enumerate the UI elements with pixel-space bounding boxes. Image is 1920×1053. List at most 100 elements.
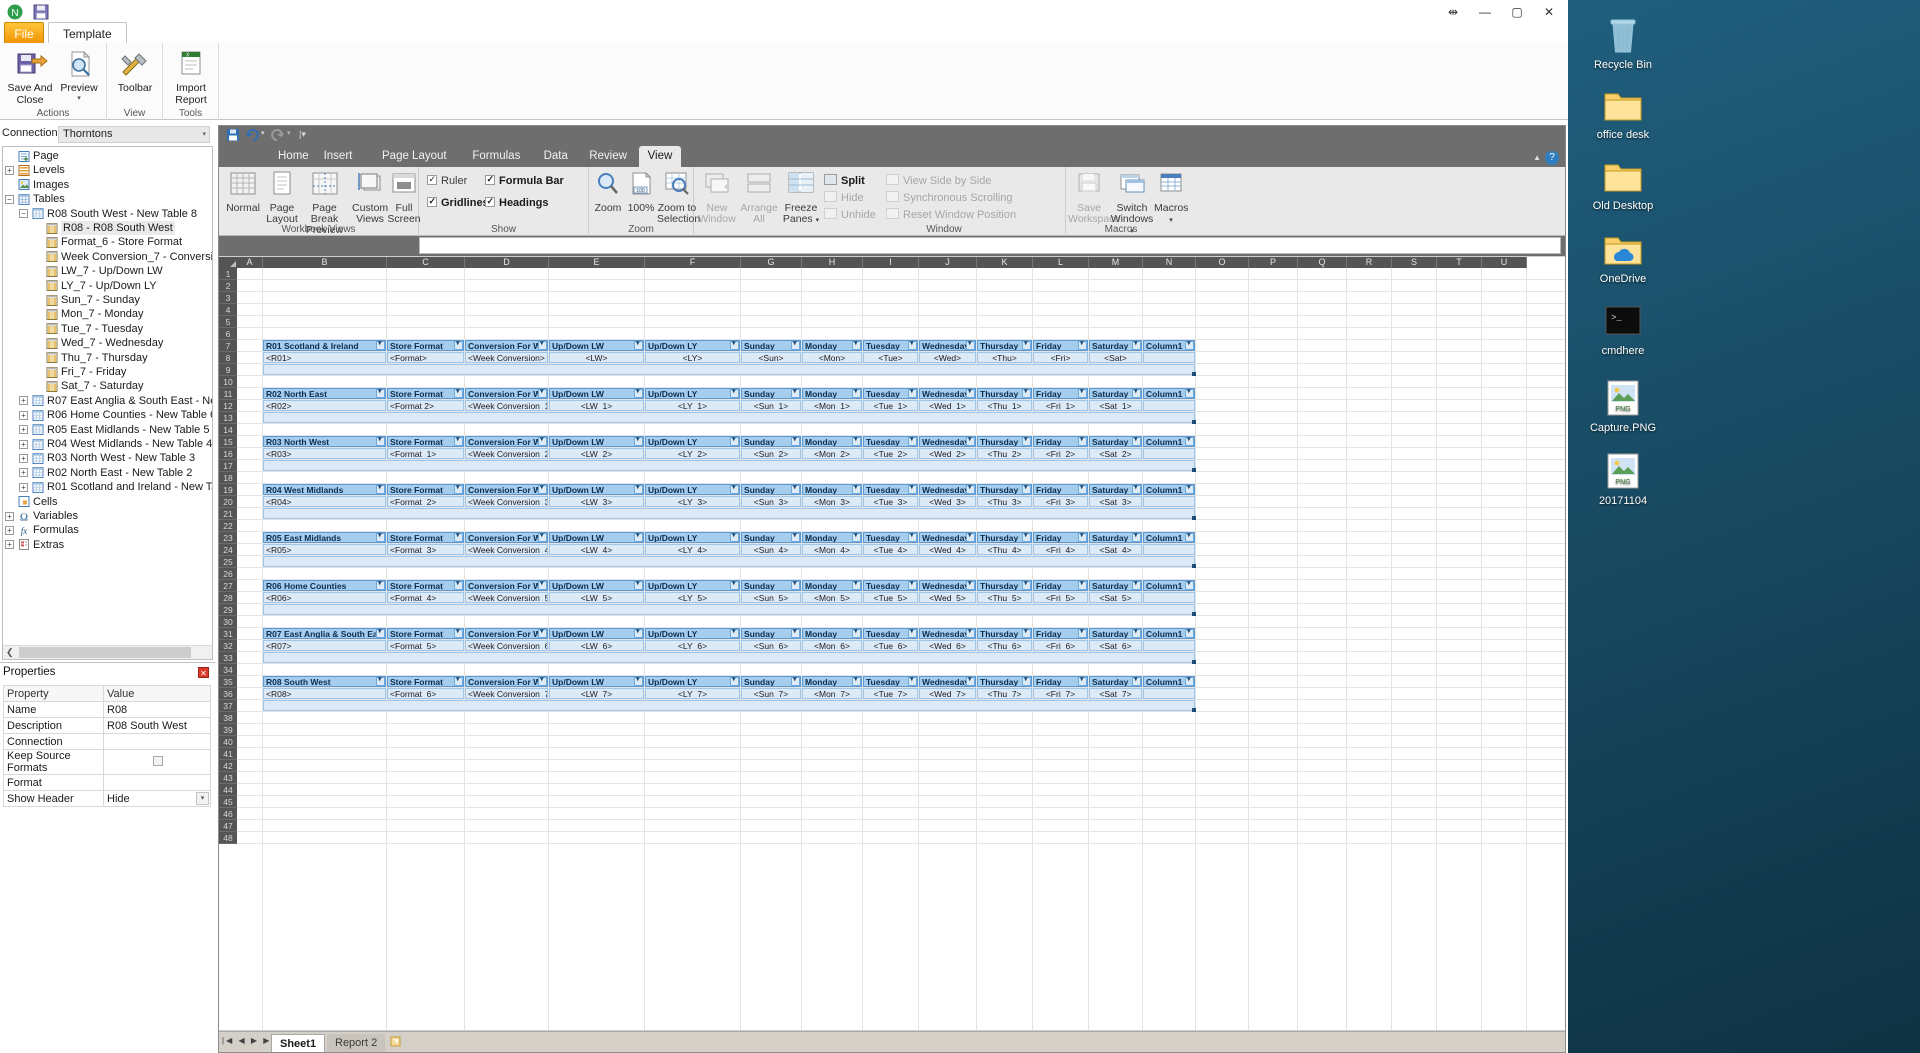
table-data-cell[interactable]: <LY_6> — [645, 640, 740, 651]
table-data-cell[interactable]: <Thu_4> — [977, 544, 1032, 555]
filter-dropdown-icon[interactable] — [1078, 341, 1087, 350]
filter-dropdown-icon[interactable] — [852, 389, 861, 398]
table-header-title[interactable]: R05 East Midlands — [263, 532, 386, 543]
tree-node[interactable]: Fri_7 - Friday — [3, 365, 212, 379]
excel-save-icon[interactable] — [227, 129, 239, 144]
excel-tab-insert[interactable]: Insert — [315, 146, 362, 167]
table-column-header[interactable]: Sunday — [741, 532, 801, 543]
desktop-icon[interactable]: PNG 20171104 — [1580, 450, 1666, 508]
table-data-cell[interactable]: <Thu_5> — [977, 592, 1032, 603]
table-column-header[interactable]: Up/Down LW — [549, 388, 644, 399]
table-column-header[interactable]: Monday — [802, 628, 862, 639]
table-data-cell[interactable]: <LY_3> — [645, 496, 740, 507]
filter-dropdown-icon[interactable] — [852, 629, 861, 638]
filter-dropdown-icon[interactable] — [538, 533, 547, 542]
table-column-header[interactable]: Tuesday — [863, 628, 918, 639]
table-band-row[interactable] — [263, 652, 1195, 663]
table-data-cell[interactable]: <Sun_3> — [741, 496, 801, 507]
table-column-header[interactable]: Up/Down LW — [549, 436, 644, 447]
filter-dropdown-icon[interactable] — [1185, 437, 1194, 446]
filter-dropdown-icon[interactable] — [634, 437, 643, 446]
tree-node[interactable]: Sat_7 - Saturday — [3, 379, 212, 393]
zoom-button[interactable]: Zoom — [591, 169, 625, 214]
row-header-24[interactable]: 24 — [219, 544, 237, 556]
minimize-button[interactable]: — — [1470, 1, 1500, 23]
table-column-header[interactable]: Monday — [802, 340, 862, 351]
table-data-cell[interactable]: <LW> — [549, 352, 644, 363]
table-data-cell[interactable]: <Format_6> — [387, 688, 464, 699]
nimbus-icon[interactable]: N — [6, 3, 24, 21]
tree-node[interactable]: Mon_7 - Monday — [3, 307, 212, 321]
table-column-header[interactable]: Thursday — [977, 532, 1032, 543]
new-window-button[interactable]: New Window — [696, 169, 738, 225]
table-data-cell[interactable]: <Fri_4> — [1033, 544, 1088, 555]
filter-dropdown-icon[interactable] — [1132, 341, 1141, 350]
table-column-header[interactable]: Friday — [1033, 340, 1088, 351]
collapse-ribbon-icon[interactable]: ▲ — [1533, 153, 1541, 162]
filter-dropdown-icon[interactable] — [966, 485, 975, 494]
gridlines-checkbox[interactable]: Gridlines — [427, 196, 489, 209]
table-column-header[interactable]: Up/Down LW — [549, 532, 644, 543]
row-header-6[interactable]: 6 — [219, 328, 237, 340]
desktop-icon[interactable]: PNG Capture.PNG — [1580, 377, 1666, 435]
property-value[interactable]: Hide ▾ — [103, 790, 211, 807]
scroll-left-icon[interactable]: ❮ — [6, 647, 14, 658]
filter-dropdown-icon[interactable] — [454, 341, 463, 350]
row-header-4[interactable]: 4 — [219, 304, 237, 316]
unhide-button[interactable]: Unhide — [824, 208, 876, 221]
table-data-cell[interactable]: <LW_3> — [549, 496, 644, 507]
table-data-cell[interactable]: <Format> — [387, 352, 464, 363]
chevron-down-icon[interactable]: ▾ — [49, 95, 109, 102]
expand-icon[interactable]: + — [19, 396, 28, 406]
table-data-cell[interactable]: <Fri_5> — [1033, 592, 1088, 603]
row-header-9[interactable]: 9 — [219, 364, 237, 376]
table-data-cell[interactable]: <Week Conversion_3> — [465, 496, 548, 507]
expand-icon[interactable]: + — [19, 410, 28, 420]
filter-dropdown-icon[interactable] — [791, 581, 800, 590]
row-header-5[interactable]: 5 — [219, 316, 237, 328]
table-column-header[interactable]: Store Format — [387, 628, 464, 639]
desktop-icon[interactable]: OneDrive — [1580, 228, 1666, 286]
table-data-cell[interactable]: <Format_2> — [387, 496, 464, 507]
table-header-title[interactable]: R04 West Midlands — [263, 484, 386, 495]
table-column-header[interactable]: Store Format — [387, 388, 464, 399]
filter-dropdown-icon[interactable] — [1022, 485, 1031, 494]
tab-file[interactable]: File — [4, 22, 44, 44]
row-header-44[interactable]: 44 — [219, 784, 237, 796]
tree-node[interactable]: + R04 West Midlands - New Table 4 — [3, 437, 212, 451]
tree-node[interactable]: − R08 South West - New Table 8 — [3, 207, 212, 221]
table-column-header[interactable]: Sunday — [741, 580, 801, 591]
row-header-30[interactable]: 30 — [219, 616, 237, 628]
table-header-title[interactable]: R06 Home Counties — [263, 580, 386, 591]
tree-node[interactable]: + Ω Variables — [3, 509, 212, 523]
table-data-cell[interactable]: <Wed_4> — [919, 544, 976, 555]
table-column-header[interactable]: Thursday — [977, 676, 1032, 687]
page-layout-button[interactable]: Page Layout — [263, 169, 301, 225]
table-column-header[interactable]: Column1 — [1143, 676, 1195, 687]
table-data-cell[interactable]: <Sat_5> — [1089, 592, 1142, 603]
property-value[interactable] — [103, 749, 211, 775]
expand-icon[interactable]: + — [19, 482, 28, 492]
desktop-icon[interactable]: >_ cmdhere — [1580, 300, 1666, 358]
table-resize-handle[interactable] — [1192, 468, 1196, 472]
column-header-J[interactable]: J — [919, 257, 977, 268]
table-data-cell[interactable]: <Mon_7> — [802, 688, 862, 699]
table-column-header[interactable]: Saturday — [1089, 580, 1142, 591]
table-data-cell[interactable]: <LY> — [645, 352, 740, 363]
table-column-header[interactable]: Saturday — [1089, 484, 1142, 495]
table-data-cell[interactable]: <Mon> — [802, 352, 862, 363]
table-column-header[interactable]: Saturday — [1089, 532, 1142, 543]
table-data-cell[interactable] — [1143, 496, 1195, 507]
row-header-26[interactable]: 26 — [219, 568, 237, 580]
sheet-tab-sheet1[interactable]: Sheet1 — [271, 1034, 326, 1052]
toolbar-button[interactable]: Toolbar — [105, 47, 165, 95]
table-band-row[interactable] — [263, 700, 1195, 711]
property-value[interactable]: R08 — [103, 701, 211, 718]
table-data-cell[interactable]: <Sun_6> — [741, 640, 801, 651]
column-header-K[interactable]: K — [977, 257, 1033, 268]
table-column-header[interactable]: Column1 — [1143, 484, 1195, 495]
filter-dropdown-icon[interactable] — [454, 533, 463, 542]
table-column-header[interactable]: Tuesday — [863, 580, 918, 591]
table-data-cell[interactable]: <Week Conversion_5> — [465, 592, 548, 603]
table-column-header[interactable]: Thursday — [977, 580, 1032, 591]
